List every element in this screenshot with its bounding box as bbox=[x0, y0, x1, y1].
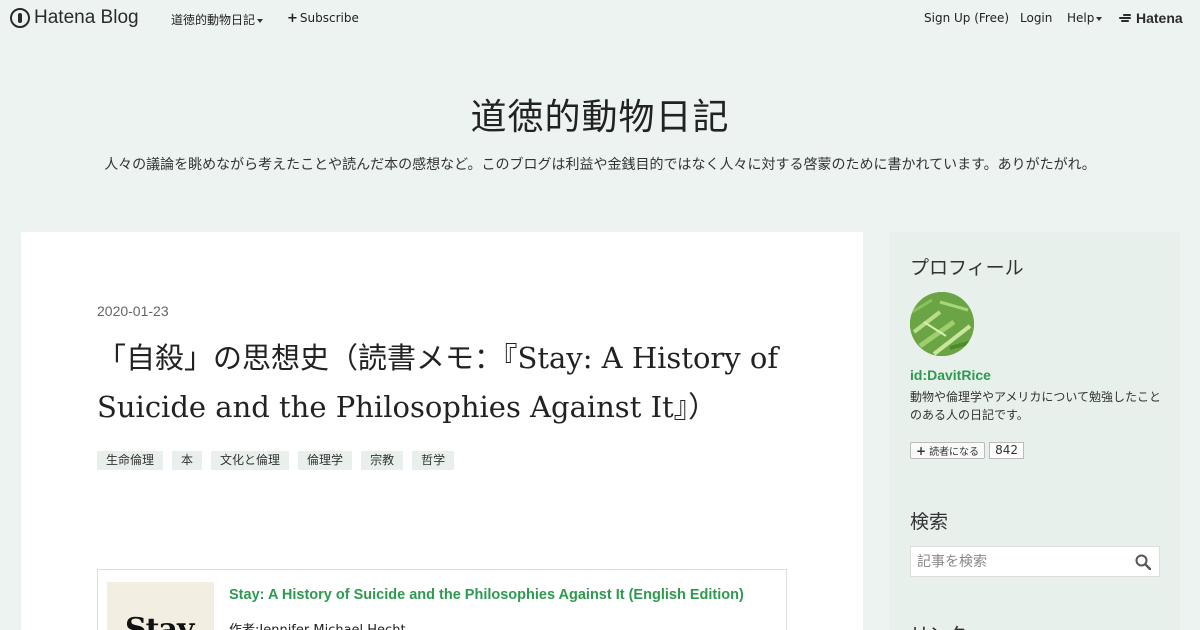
search-input[interactable] bbox=[911, 547, 1131, 576]
blog-menu[interactable]: 道徳的動物日記 bbox=[171, 11, 264, 28]
entry-date[interactable]: 2020-01-23 bbox=[97, 303, 169, 319]
category-tag[interactable]: 哲学 bbox=[412, 451, 455, 470]
profile-id-link[interactable]: id:DavitRice bbox=[910, 367, 991, 383]
entry-title[interactable]: 「自殺」の思想史（読書メモ：『Stay: A History of Suicid… bbox=[97, 334, 797, 432]
search-heading: 検索 bbox=[910, 511, 949, 533]
global-header: Hatena Blog 道徳的動物日記 + Subscribe Sign Up (… bbox=[0, 0, 1200, 36]
hatena-lines-icon bbox=[1119, 13, 1133, 23]
plus-icon: + bbox=[916, 443, 927, 458]
book-title-link[interactable]: Stay: A History of Suicide and the Philo… bbox=[229, 587, 744, 603]
blog-description: 人々の議論を眺めながら考えたことや読んだ本の感想など。このブログは利益や金銭目的… bbox=[104, 157, 1096, 173]
blog-title[interactable]: 道徳的動物日記 bbox=[0, 88, 1200, 140]
hatena-logo[interactable]: Hatena bbox=[1119, 10, 1183, 26]
blog-menu-label: 道徳的動物日記 bbox=[171, 13, 256, 27]
help-label: Help bbox=[1067, 11, 1095, 25]
signup-link[interactable]: Sign Up (Free) bbox=[924, 11, 1009, 25]
category-tag[interactable]: 生命倫理 bbox=[97, 451, 164, 470]
reader-count[interactable]: 842 bbox=[989, 442, 1024, 459]
reader-widget: + 読者になる 842 bbox=[910, 442, 1024, 459]
profile-heading: プロフィール bbox=[910, 257, 1024, 279]
hatena-blog-logo[interactable]: Hatena Blog bbox=[10, 7, 139, 29]
logo-text: Hatena Blog bbox=[34, 7, 139, 28]
search-box bbox=[910, 546, 1160, 577]
entry-card: 2020-01-23 「自殺」の思想史（読書メモ：『Stay: A Histor… bbox=[21, 232, 863, 630]
entry-categories: 生命倫理 本 文化と倫理 倫理学 宗教 哲学 bbox=[97, 451, 455, 470]
login-link[interactable]: Login bbox=[1020, 11, 1052, 25]
category-tag[interactable]: 文化と倫理 bbox=[211, 451, 290, 470]
category-tag[interactable]: 宗教 bbox=[361, 451, 404, 470]
plus-icon: + bbox=[287, 11, 298, 26]
book-author: 作者:Jennifer Michael Hecht bbox=[229, 619, 406, 630]
book-embed-card: Stay Stay: A History of Suicide and the … bbox=[97, 569, 787, 630]
caret-down-icon bbox=[257, 18, 264, 23]
book-cover-text: Stay bbox=[125, 612, 194, 630]
avatar-leaves-image bbox=[910, 292, 974, 356]
help-menu[interactable]: Help bbox=[1067, 11, 1103, 25]
become-reader-label: 読者になる bbox=[929, 447, 980, 458]
links-heading: リンク bbox=[910, 620, 967, 630]
sidebar: プロフィール id:DavitRice 動物や倫理学やアメリカについて勉強したこ… bbox=[889, 232, 1180, 630]
subscribe-button[interactable]: + Subscribe bbox=[287, 11, 359, 26]
search-icon[interactable] bbox=[1135, 554, 1151, 570]
hatena-blog-logo-icon bbox=[10, 8, 30, 28]
avatar[interactable] bbox=[910, 292, 974, 356]
caret-down-icon bbox=[1096, 16, 1103, 21]
book-cover-image[interactable]: Stay bbox=[107, 582, 214, 630]
profile-description: 動物や倫理学やアメリカについて勉強したことのある人の日記です。 bbox=[910, 390, 1162, 422]
become-reader-button[interactable]: + 読者になる bbox=[910, 442, 986, 459]
subscribe-label: Subscribe bbox=[299, 11, 359, 25]
category-tag[interactable]: 本 bbox=[172, 451, 203, 470]
category-tag[interactable]: 倫理学 bbox=[298, 451, 353, 470]
hatena-text: Hatena bbox=[1136, 10, 1183, 26]
